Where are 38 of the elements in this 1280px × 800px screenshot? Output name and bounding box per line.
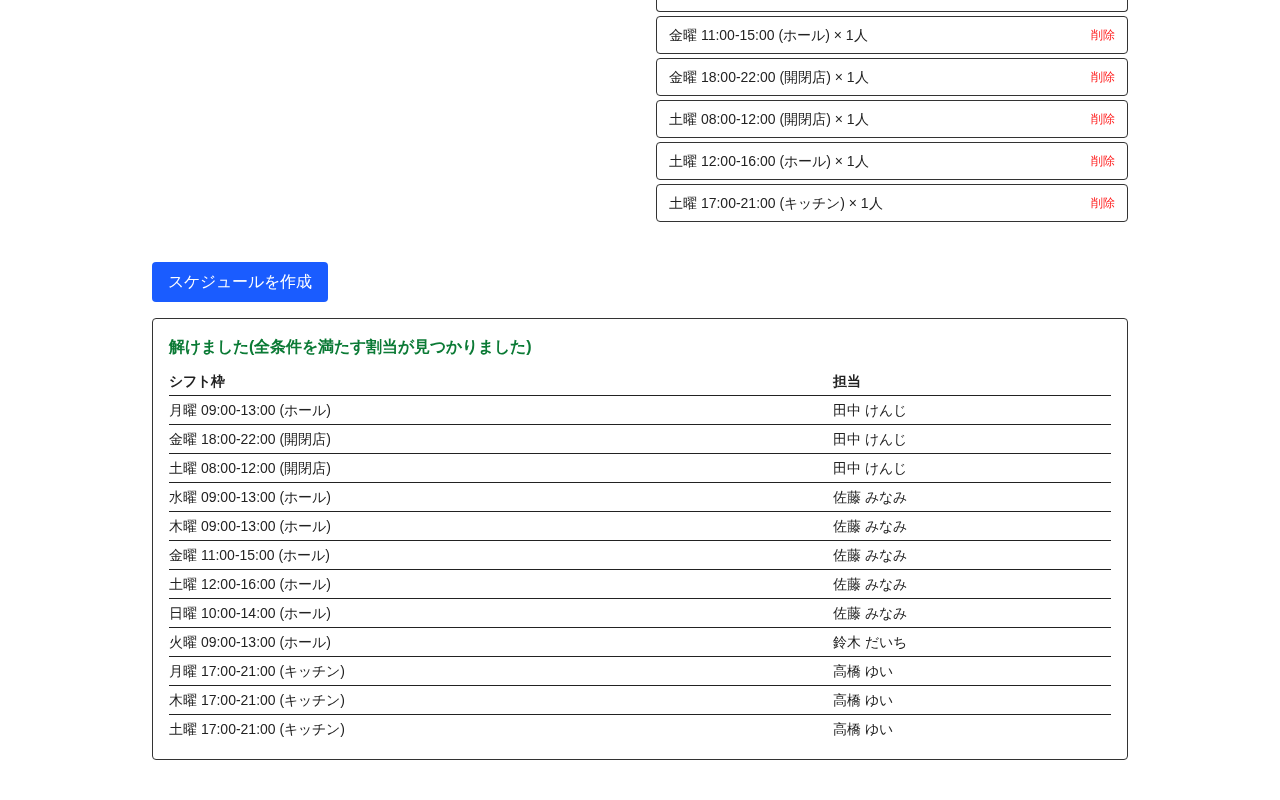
table-cell-text: 佐藤 みなみ	[833, 546, 907, 565]
table-cell-text: 土曜 17:00-21:00 (キッチン)	[169, 720, 345, 739]
table-cell-text: 高橋 ゆい	[833, 662, 893, 681]
delete-link[interactable]: 削除	[1091, 25, 1115, 45]
delete-link[interactable]: 削除	[1091, 109, 1115, 129]
table-cell-text: 日曜 10:00-14:00 (ホール)	[169, 604, 331, 623]
table-cell-text: 田中 けんじ	[833, 401, 907, 420]
shift-label: 金曜 18:00-22:00 (開閉店) × 1人	[669, 68, 869, 87]
table-cell-text: 鈴木 だいち	[833, 633, 907, 652]
shift-label: 土曜 08:00-12:00 (開閉店) × 1人	[669, 110, 869, 129]
column-header: シフト枠	[169, 372, 225, 391]
table-cell-text: 木曜 17:00-21:00 (キッチン)	[169, 691, 345, 710]
create-schedule-button[interactable]: スケジュールを作成	[152, 262, 328, 302]
table-cell-text: 佐藤 みなみ	[833, 575, 907, 594]
table-cell-text: 田中 けんじ	[833, 459, 907, 478]
result-title: 解けました(全条件を満たす割当が見つかりました)	[169, 337, 533, 357]
delete-link[interactable]: 削除	[1091, 67, 1115, 87]
table-cell-text: 木曜 09:00-13:00 (ホール)	[169, 517, 331, 536]
table-cell-text: 土曜 12:00-16:00 (ホール)	[169, 575, 331, 594]
shift-label: 土曜 17:00-21:00 (キッチン) × 1人	[669, 194, 883, 213]
table-cell-text: 高橋 ゆい	[833, 691, 893, 710]
column-header: 担当	[833, 372, 861, 391]
table-cell-text: 月曜 09:00-13:00 (ホール)	[169, 401, 331, 420]
table-cell-text: 水曜 09:00-13:00 (ホール)	[169, 488, 331, 507]
table-cell-text: 田中 けんじ	[833, 430, 907, 449]
table-cell-text: 月曜 17:00-21:00 (キッチン)	[169, 662, 345, 681]
table-cell-text: 金曜 11:00-15:00 (ホール)	[169, 546, 330, 565]
delete-link[interactable]: 削除	[1091, 193, 1115, 213]
table-cell-text: 高橋 ゆい	[833, 720, 893, 739]
table-cell-text: 佐藤 みなみ	[833, 488, 907, 507]
shift-label: 金曜 11:00-15:00 (ホール) × 1人	[669, 26, 868, 45]
table-cell-text: 土曜 08:00-12:00 (開閉店)	[169, 459, 331, 478]
table-cell-text: 佐藤 みなみ	[833, 517, 907, 536]
shift-label: 土曜 12:00-16:00 (ホール) × 1人	[669, 152, 869, 171]
table-cell-text: 佐藤 みなみ	[833, 604, 907, 623]
delete-link[interactable]: 削除	[1091, 151, 1115, 171]
table-cell-text: 金曜 18:00-22:00 (開閉店)	[169, 430, 331, 449]
table-cell-text: 火曜 09:00-13:00 (ホール)	[169, 633, 331, 652]
